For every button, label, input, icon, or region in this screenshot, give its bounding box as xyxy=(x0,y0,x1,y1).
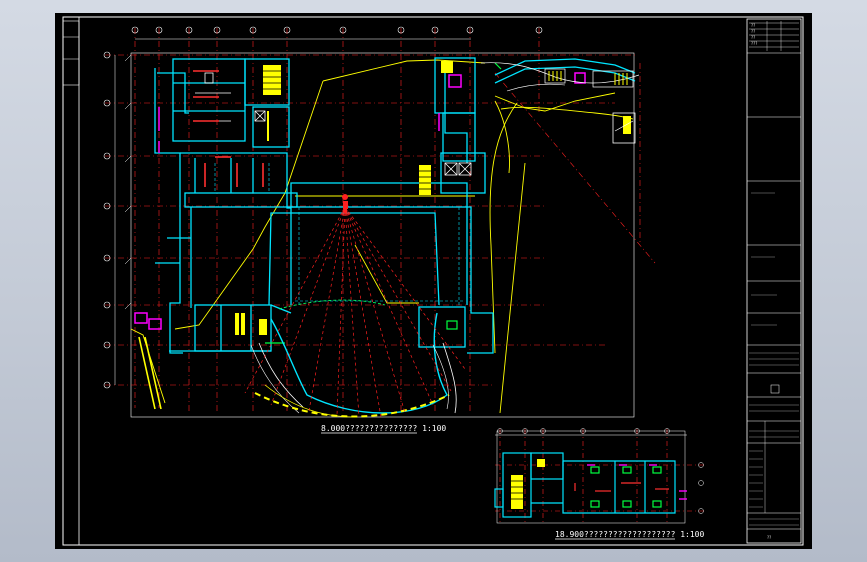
drawing-canvas: ?? ?? ?? ??? ?? 8.000??????????????? 1:1… xyxy=(62,16,804,546)
axis-grid-lines xyxy=(105,28,656,413)
stamp-line-4: ??? xyxy=(751,41,757,46)
sheet-border xyxy=(62,16,804,546)
title-block: ?? ?? ?? ??? ?? xyxy=(746,18,802,544)
yellow-guide-lines xyxy=(130,59,634,414)
main-plan-caption: 8.000??????????????? 1:100 xyxy=(321,424,446,433)
lobby-theatre xyxy=(250,299,457,418)
west-curtain xyxy=(138,336,162,410)
binding-stamp xyxy=(62,20,80,86)
sub-plan-caption: 18.900??????????????????? 1:100 xyxy=(555,530,704,539)
stamp-line-3: ?? xyxy=(751,35,755,40)
stamp-line-2: ?? xyxy=(751,29,755,34)
cad-drawing-viewport[interactable]: ?? ?? ?? ??? ?? 8.000??????????????? 1:1… xyxy=(55,13,812,549)
sheet-number: ?? xyxy=(767,535,771,540)
wall-lines xyxy=(154,57,636,354)
sight-lines xyxy=(244,206,466,418)
focal-marker xyxy=(342,194,348,214)
main-floor-plan: 8.000??????????????? 1:100 xyxy=(103,26,656,434)
upper-floor-plan: 18.900??????????????????? 1:100 xyxy=(494,428,707,540)
stamp-line-1: ?? xyxy=(751,23,755,28)
